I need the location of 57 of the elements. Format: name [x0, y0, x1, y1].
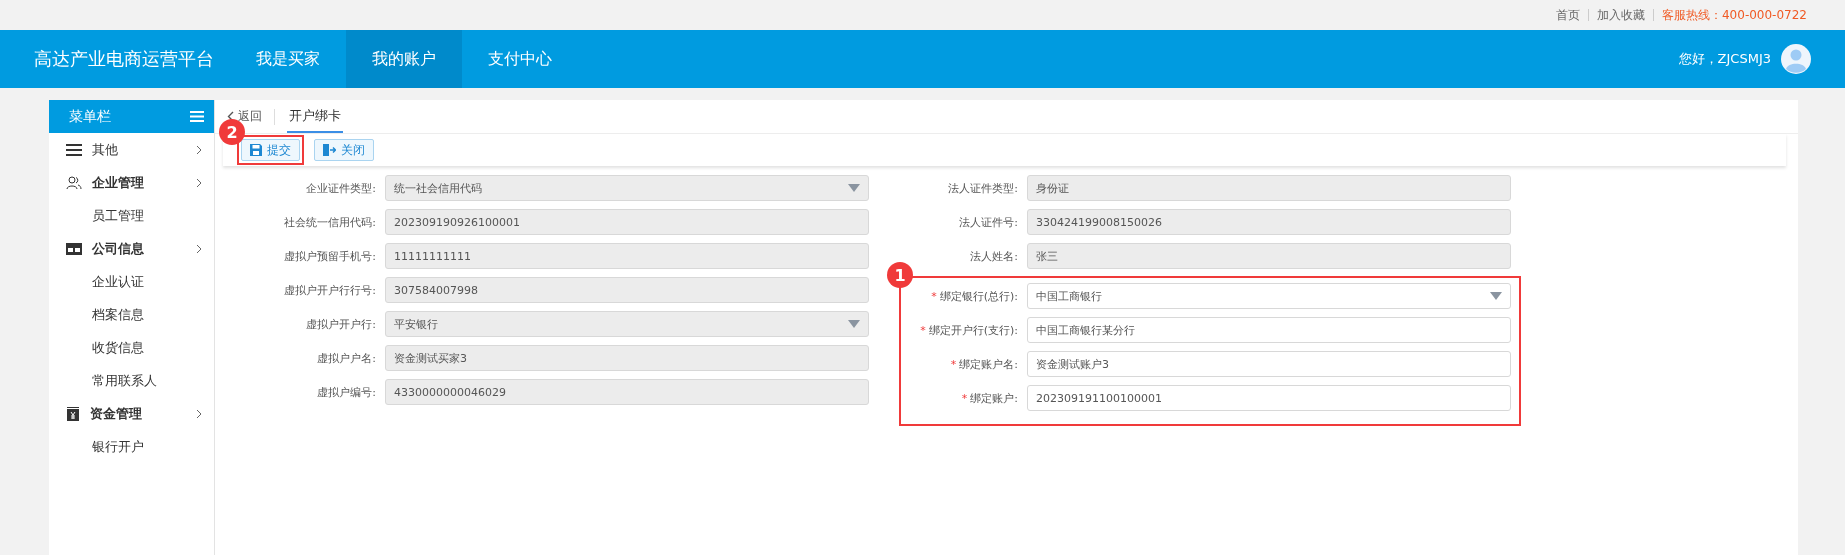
- chevron-right-icon: [196, 408, 202, 419]
- input-field[interactable]: 资金测试账户3: [1027, 351, 1511, 377]
- field-label: 虚拟户开户行行号:: [284, 282, 376, 298]
- field-label: 绑定银行(总行):: [939, 288, 1018, 304]
- sidebar-title: 菜单栏: [69, 107, 111, 126]
- required-mark: *: [931, 289, 937, 303]
- avatar-icon[interactable]: [1781, 44, 1811, 74]
- menu-icon[interactable]: [190, 111, 204, 122]
- top-link[interactable]: 首页: [1556, 6, 1580, 24]
- user-greeting: 您好，ZJCSMJ3: [1678, 50, 1771, 68]
- field-label: 虚拟户预留手机号:: [284, 248, 376, 264]
- sidebar-item[interactable]: 收货信息: [49, 331, 214, 364]
- callout-badge: 1: [887, 262, 913, 288]
- input-field[interactable]: 中国工商银行某分行: [1027, 317, 1511, 343]
- required-mark: *: [920, 323, 926, 337]
- exit-door-icon: [323, 144, 336, 156]
- required-mark: *: [950, 357, 957, 371]
- sidebar-item[interactable]: 档案信息: [49, 298, 214, 331]
- sidebar-group[interactable]: 公司信息: [49, 232, 214, 265]
- field-label: 绑定开户行(支行):: [928, 322, 1018, 338]
- sidebar-group[interactable]: 资金管理: [49, 397, 214, 430]
- field-label: 虚拟户编号:: [317, 384, 376, 400]
- chevron-right-icon: [196, 144, 202, 155]
- select-field[interactable]: 中国工商银行: [1027, 283, 1511, 309]
- field-label: 法人证件号:: [959, 214, 1018, 230]
- sidebar-item[interactable]: 银行开户: [49, 430, 214, 463]
- field-label: 虚拟户开户行:: [306, 316, 376, 332]
- dropdown-caret-icon: [1490, 292, 1502, 300]
- nav-tab[interactable]: 我的账户: [346, 30, 462, 88]
- brand-title: 高达产业电商运营平台: [33, 47, 215, 71]
- field-label: 法人姓名:: [970, 248, 1018, 264]
- sidebar-group[interactable]: 企业管理: [49, 166, 214, 199]
- top-link[interactable]: 加入收藏: [1597, 6, 1645, 24]
- sidebar-group[interactable]: 其他: [49, 133, 214, 166]
- id-card-icon: [66, 242, 82, 255]
- dropdown-caret-icon: [848, 320, 860, 328]
- page-tab[interactable]: 开户绑卡: [287, 100, 343, 133]
- people-icon: [66, 175, 82, 190]
- field-label: 社会统一信用代码:: [284, 214, 376, 230]
- sidebar-item[interactable]: 员工管理: [49, 199, 214, 232]
- input-field[interactable]: 202309191100100001: [1027, 385, 1511, 411]
- field-label: 法人证件类型:: [948, 180, 1018, 196]
- close-button[interactable]: 关闭: [314, 139, 374, 161]
- menu-lines-icon: [66, 143, 82, 156]
- field-label: 企业证件类型:: [306, 180, 376, 196]
- field-label: 绑定账户名:: [959, 356, 1018, 372]
- chevron-right-icon: [196, 177, 202, 188]
- field-label: 虚拟户户名:: [317, 350, 376, 366]
- required-mark: *: [961, 391, 968, 405]
- sidebar-item[interactable]: 企业认证: [49, 265, 214, 298]
- money-box-icon: [66, 406, 80, 421]
- sidebar-item[interactable]: 常用联系人: [49, 364, 214, 397]
- submit-button[interactable]: 提交: [241, 139, 300, 161]
- chevron-right-icon: [196, 243, 202, 254]
- save-icon: [250, 144, 262, 156]
- field-label: 绑定账户:: [970, 390, 1018, 406]
- dropdown-caret-icon: [848, 184, 860, 192]
